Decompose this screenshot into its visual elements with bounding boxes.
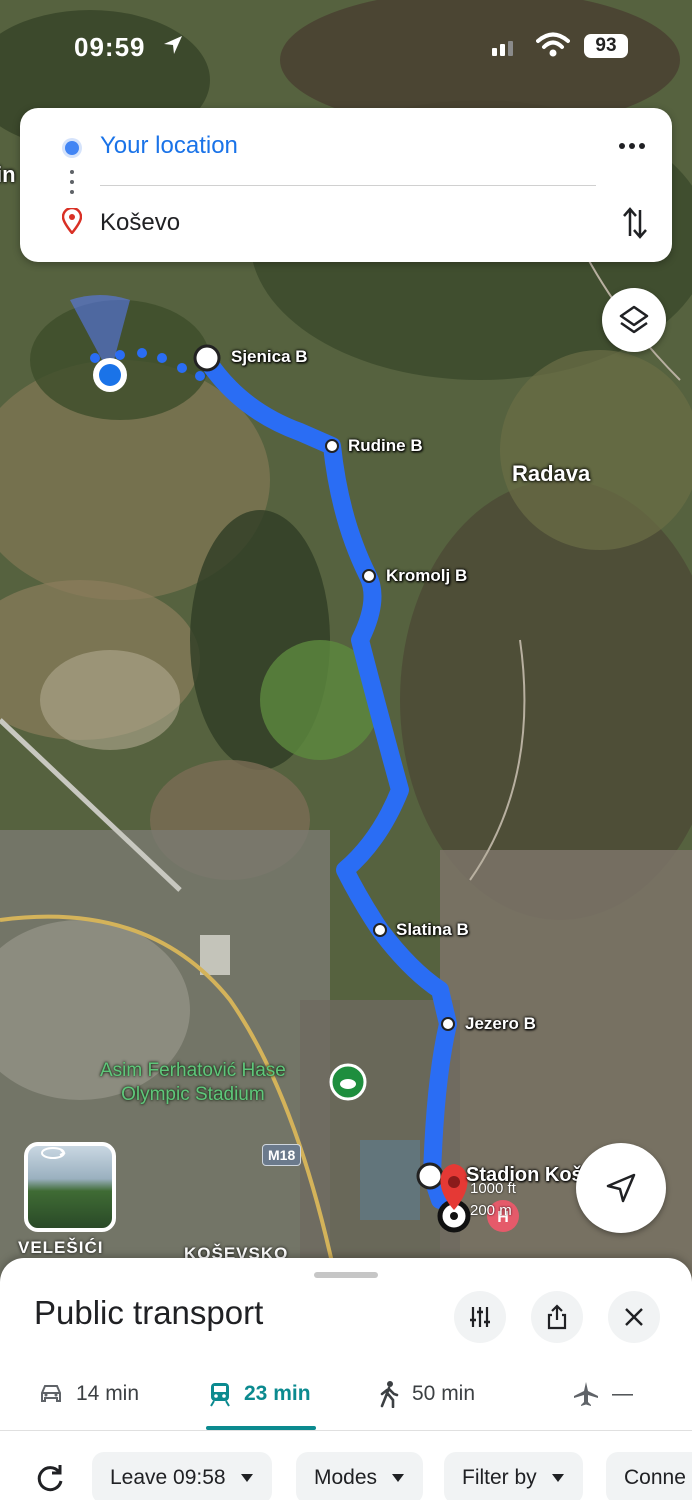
modes-label: Modes bbox=[314, 1466, 378, 1489]
directions-card: Your location Koševo bbox=[20, 108, 672, 262]
walking-icon bbox=[380, 1381, 399, 1408]
sheet-title: Public transport bbox=[34, 1294, 264, 1331]
share-button[interactable] bbox=[531, 1291, 583, 1343]
status-time: 09:59 bbox=[74, 32, 146, 62]
map-edge-label: in bbox=[0, 162, 16, 187]
rotate-360-icon bbox=[41, 1147, 66, 1159]
dropdown-arrow-icon bbox=[392, 1474, 405, 1482]
street-view-thumbnail[interactable] bbox=[24, 1142, 116, 1232]
close-button[interactable] bbox=[608, 1291, 660, 1343]
road-shield-m18: M18 bbox=[262, 1144, 302, 1166]
scale-bottom: 200 m bbox=[470, 1202, 512, 1219]
tab-drive-label: 14 min bbox=[76, 1382, 140, 1405]
wifi-icon bbox=[536, 32, 570, 57]
stop-label-5[interactable]: Jezero B bbox=[465, 1014, 536, 1034]
poi-line-1: Asim Ferhatović Hase bbox=[100, 1060, 286, 1081]
fields-divider bbox=[100, 185, 596, 186]
leave-time-label: Leave 09:58 bbox=[110, 1466, 226, 1489]
poi-line-2: Olympic Stadium bbox=[121, 1084, 265, 1105]
stop-label-4[interactable]: Slatina B bbox=[396, 920, 469, 940]
destination-pin-icon bbox=[62, 208, 82, 234]
tab-walk-label: 50 min bbox=[412, 1382, 476, 1405]
map-scale: 1000 ft 200 m bbox=[470, 1178, 516, 1222]
train-icon bbox=[210, 1383, 230, 1407]
dropdown-arrow-icon bbox=[551, 1474, 564, 1482]
origin-field[interactable]: Your location bbox=[100, 132, 238, 160]
navigation-arrow-icon bbox=[606, 1173, 636, 1203]
recenter-location-button[interactable] bbox=[576, 1143, 666, 1233]
tab-transit-label: 23 min bbox=[244, 1382, 311, 1405]
tabs-divider bbox=[0, 1430, 692, 1431]
layers-icon bbox=[619, 305, 649, 334]
airplane-icon bbox=[574, 1382, 598, 1406]
location-arrow-icon bbox=[164, 36, 182, 54]
refresh-icon[interactable] bbox=[34, 1462, 66, 1494]
filter-by-chip[interactable]: Filter by bbox=[444, 1452, 583, 1500]
connections-chip[interactable]: Conne bbox=[606, 1452, 692, 1500]
place-label-velesici: VELEŠIĆI bbox=[18, 1238, 104, 1257]
swap-directions-icon[interactable] bbox=[622, 206, 648, 240]
destination-field[interactable]: Koševo bbox=[100, 209, 180, 237]
tab-drive[interactable]: 14 min bbox=[38, 1370, 139, 1418]
leave-time-chip[interactable]: Leave 09:58 bbox=[92, 1452, 272, 1500]
tab-flight-label: — bbox=[612, 1382, 633, 1405]
stop-label-1[interactable]: Sjenica B bbox=[231, 347, 308, 367]
origin-dot-icon bbox=[65, 141, 79, 155]
stop-label-3[interactable]: Kromolj B bbox=[386, 566, 467, 586]
tab-walk[interactable]: 50 min bbox=[378, 1370, 475, 1418]
poi-olympic-stadium[interactable]: Asim Ferhatović Hase Olympic Stadium bbox=[100, 1059, 286, 1107]
tab-transit[interactable]: 23 min bbox=[208, 1370, 311, 1418]
battery-indicator: 93 bbox=[584, 34, 628, 58]
close-icon bbox=[625, 1308, 643, 1326]
place-label-radava: Radava bbox=[512, 461, 591, 486]
tab-flight[interactable]: — bbox=[572, 1370, 633, 1418]
stop-label-2[interactable]: Rudine B bbox=[348, 436, 423, 456]
sliders-icon bbox=[470, 1307, 490, 1327]
cellular-signal-icon bbox=[492, 41, 513, 56]
car-icon bbox=[41, 1385, 61, 1402]
drag-handle[interactable] bbox=[314, 1272, 378, 1278]
more-options-icon[interactable] bbox=[618, 136, 646, 156]
route-dots-icon bbox=[70, 170, 74, 200]
route-options-button[interactable] bbox=[454, 1291, 506, 1343]
scale-top: 1000 ft bbox=[470, 1180, 516, 1197]
status-bar: 09:59 93 bbox=[0, 28, 692, 68]
connections-label: Conne bbox=[624, 1466, 686, 1489]
layers-button[interactable] bbox=[602, 288, 666, 352]
modes-chip[interactable]: Modes bbox=[296, 1452, 424, 1500]
bottom-sheet: Public transport 14 min 23 min 50 min — … bbox=[0, 1258, 692, 1500]
share-icon bbox=[547, 1304, 567, 1330]
dropdown-arrow-icon bbox=[240, 1474, 253, 1482]
filter-by-label: Filter by bbox=[462, 1466, 537, 1489]
